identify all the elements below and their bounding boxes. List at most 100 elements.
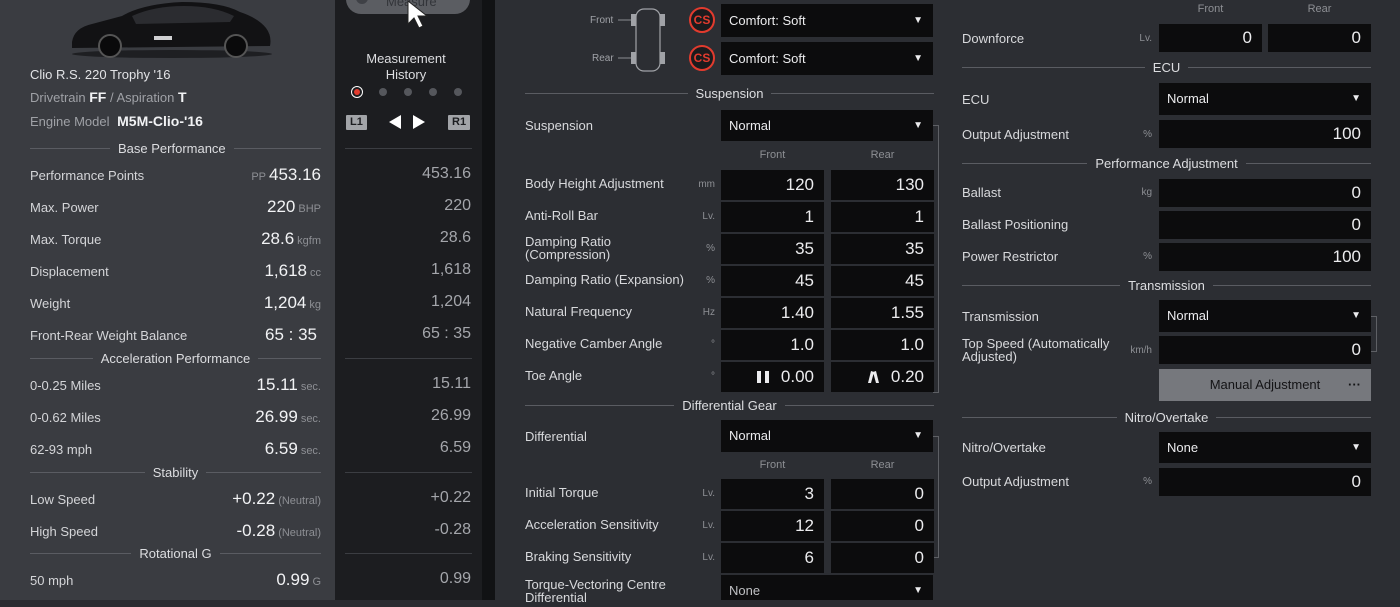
stat-row-50-mph: 50 mph 0.99 G — [30, 570, 321, 589]
toe-angle-rear-input[interactable]: 0.20 — [831, 362, 934, 392]
differential-col-rear: Rear — [870, 459, 895, 471]
history-divider — [345, 553, 472, 554]
engine-label: Engine Model — [30, 114, 110, 129]
torque-vectoring-label: Torque-Vectoring Centre Differential — [525, 577, 666, 605]
history-value-low-speed: +0.22 — [430, 489, 471, 506]
rear-tyre-label: Rear — [592, 53, 614, 64]
suspension-select[interactable]: Normal — [721, 110, 933, 141]
torque-vectoring-select[interactable]: None — [721, 575, 933, 607]
natural-frequency-front-input[interactable]: 1.40 — [721, 298, 824, 328]
ecu-heading: ECU — [962, 60, 1371, 75]
stat-row-max-power: Max. Power 220 BHP — [30, 197, 321, 216]
history-value-torque: 28.6 — [439, 229, 471, 246]
differential-heading: Differential Gear — [525, 398, 934, 413]
suspension-heading: Suspension — [525, 86, 934, 101]
damping-compression-rear-input[interactable]: 35 — [831, 234, 934, 264]
measure-icon — [356, 0, 368, 4]
stat-row-062-miles: 0-0.62 Miles 26.99 sec. — [30, 407, 321, 426]
downforce-col-rear: Rear — [1307, 3, 1332, 15]
natural-frequency-label: Natural Frequency — [525, 304, 632, 319]
nitro-output-input[interactable]: 0 — [1159, 468, 1371, 496]
stat-row-quarter-mile: 0-0.25 Miles 15.11 sec. — [30, 375, 321, 394]
ecu-label: ECU — [962, 92, 990, 107]
performance-adjustment-heading: Performance Adjustment — [962, 156, 1371, 171]
damping-expansion-label: Damping Ratio (Expansion) — [525, 272, 684, 287]
power-restrictor-input[interactable]: 100 — [1159, 243, 1371, 271]
history-slot-4[interactable] — [429, 88, 437, 96]
manual-adjustment-button[interactable]: Manual Adjustment ··· — [1159, 369, 1371, 401]
rear-tyre-select[interactable]: Comfort: Soft — [721, 42, 933, 75]
stat-row-displacement: Displacement 1,618 cc — [30, 261, 321, 280]
top-speed-unit: km/h — [1130, 345, 1152, 356]
r1-key: R1 — [448, 115, 471, 130]
top-speed-input[interactable]: 0 — [1159, 336, 1371, 364]
initial-torque-front-input[interactable]: 3 — [721, 479, 824, 509]
differential-select[interactable]: Normal — [721, 420, 933, 452]
ecu-output-input[interactable]: 100 — [1159, 120, 1371, 148]
ballast-positioning-input[interactable]: 0 — [1159, 211, 1371, 239]
ecu-output-unit: % — [1143, 129, 1152, 140]
measurement-history-title: Measurement History — [366, 51, 446, 82]
downforce-front-input[interactable]: 0 — [1159, 24, 1262, 52]
more-icon: ··· — [1348, 377, 1361, 392]
damping-compression-front-input[interactable]: 35 — [721, 234, 824, 264]
transmission-label: Transmission — [962, 309, 1039, 324]
braking-sensitivity-unit: Lv. — [702, 552, 715, 563]
history-value-power: 220 — [444, 197, 471, 214]
aspiration-label: Aspiration — [116, 90, 175, 105]
base-performance-heading: Base Performance — [30, 141, 321, 156]
body-height-front-input[interactable]: 120 — [721, 170, 824, 200]
engine-value: M5M-Clio-'16 — [117, 113, 203, 129]
initial-torque-label: Initial Torque — [525, 485, 599, 500]
initial-torque-rear-input[interactable]: 0 — [831, 479, 934, 509]
history-slot-2[interactable] — [379, 88, 387, 96]
nitro-select[interactable]: None — [1159, 432, 1371, 463]
engine-info: Engine Model M5M-Clio-'16 — [30, 113, 203, 129]
history-slot-5[interactable] — [454, 88, 462, 96]
accel-sensitivity-front-input[interactable]: 12 — [721, 511, 824, 541]
ecu-select[interactable]: Normal — [1159, 83, 1371, 115]
braking-sensitivity-rear-input[interactable]: 0 — [831, 543, 934, 573]
next-arrow-icon[interactable] — [411, 114, 427, 130]
accel-sensitivity-rear-input[interactable]: 0 — [831, 511, 934, 541]
history-value-50-mph: 0.99 — [439, 570, 471, 587]
body-height-label: Body Height Adjustment — [525, 176, 664, 191]
panel-divider — [482, 0, 495, 600]
natural-frequency-rear-input[interactable]: 1.55 — [831, 298, 934, 328]
history-slot-3[interactable] — [404, 88, 412, 96]
history-slot-1-selected[interactable] — [351, 86, 363, 98]
drivetrain-info: Drivetrain FF / Aspiration T — [30, 89, 187, 105]
camber-angle-front-input[interactable]: 1.0 — [721, 330, 824, 360]
camber-angle-rear-input[interactable]: 1.0 — [831, 330, 934, 360]
front-tyre-label: Front — [590, 15, 614, 26]
damping-expansion-front-input[interactable]: 45 — [721, 266, 824, 296]
downforce-col-front: Front — [1197, 3, 1224, 15]
ballast-input[interactable]: 0 — [1159, 179, 1371, 207]
front-tyre-select[interactable]: Comfort: Soft — [721, 4, 933, 37]
prev-arrow-icon[interactable] — [387, 114, 403, 130]
damping-expansion-rear-input[interactable]: 45 — [831, 266, 934, 296]
stability-heading: Stability — [30, 465, 321, 480]
damping-expansion-unit: % — [706, 275, 715, 286]
transmission-select[interactable]: Normal — [1159, 300, 1371, 332]
anti-roll-bar-rear-input[interactable]: 1 — [831, 202, 934, 232]
car-name: Clio R.S. 220 Trophy '16 — [30, 67, 171, 82]
ballast-label: Ballast — [962, 185, 1002, 200]
damping-compression-unit: % — [706, 243, 715, 254]
nitro-heading: Nitro/Overtake — [962, 410, 1371, 425]
braking-sensitivity-front-input[interactable]: 6 — [721, 543, 824, 573]
differential-label: Differential — [525, 429, 587, 444]
toe-angle-front-input[interactable]: 0.00 — [721, 362, 824, 392]
downforce-rear-input[interactable]: 0 — [1268, 24, 1371, 52]
anti-roll-bar-front-input[interactable]: 1 — [721, 202, 824, 232]
history-value-weight: 1,204 — [430, 293, 471, 310]
camber-angle-label: Negative Camber Angle — [525, 336, 663, 351]
ballast-positioning-label: Ballast Positioning — [962, 217, 1069, 232]
stat-row-max-torque: Max. Torque 28.6 kgfm — [30, 229, 321, 248]
aspiration-value: T — [177, 89, 187, 105]
stat-row-high-speed: High Speed -0.28 (Neutral) — [30, 521, 321, 540]
ballast-unit: kg — [1141, 187, 1152, 198]
transmission-bracket — [1371, 316, 1377, 352]
body-height-rear-input[interactable]: 130 — [831, 170, 934, 200]
history-value-balance: 65 : 35 — [422, 325, 471, 342]
